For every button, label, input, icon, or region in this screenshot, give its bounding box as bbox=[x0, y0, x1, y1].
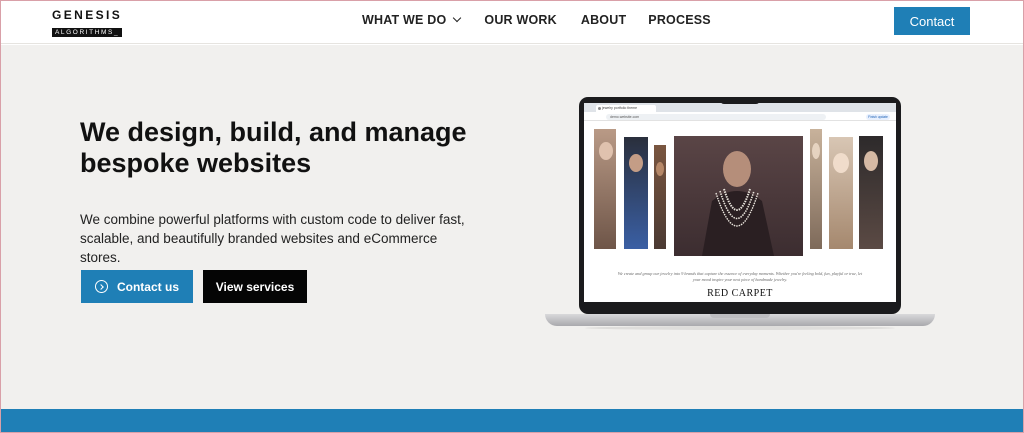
favicon-icon bbox=[598, 107, 601, 110]
logo-name-bottom: ALGORITHMS_ bbox=[52, 28, 123, 37]
browser-url: demo.website.com bbox=[606, 113, 826, 120]
hero-title: We design, build, and manage bespoke web… bbox=[80, 117, 467, 178]
nav-item-label: WHAT WE DO bbox=[362, 13, 447, 27]
hero-section: We design, build, and manage bespoke web… bbox=[0, 45, 1024, 409]
main-nav: WHAT WE DO OUR WORK ABOUT PROCESS bbox=[362, 13, 711, 27]
jewelry-gallery: We create and group our jewelry into 9 b… bbox=[584, 121, 896, 302]
browser-tab-bar: jewelry portfolio theme bbox=[584, 103, 896, 112]
gallery-caption: We create and group our jewelry into 9 b… bbox=[617, 271, 863, 282]
contact-us-button[interactable]: Contact us bbox=[81, 270, 193, 303]
site-header: GENESIS ALGORITHMS_ WHAT WE DO OUR WORK … bbox=[0, 0, 1024, 44]
view-services-button[interactable]: View services bbox=[203, 270, 307, 303]
nav-item-label: ABOUT bbox=[580, 13, 627, 27]
nav-item-label: OUR WORK bbox=[484, 13, 557, 27]
browser-nav-icons bbox=[587, 115, 603, 128]
contact-us-label: Contact us bbox=[116, 279, 179, 294]
nav-item-about[interactable]: ABOUT bbox=[581, 13, 626, 27]
camera-notch bbox=[720, 97, 760, 104]
browser-address-bar: demo.website.com Finish update bbox=[584, 112, 896, 128]
hero-subtitle: We combine powerful platforms with custo… bbox=[80, 212, 465, 265]
laptop-screen: jewelry portfolio theme demo.website.com… bbox=[584, 103, 896, 302]
nav-item-process[interactable]: PROCESS bbox=[648, 13, 711, 27]
gallery-brand-name: RED CARPET bbox=[707, 288, 773, 299]
next-section-strip bbox=[0, 409, 1024, 433]
laptop-mockup: jewelry portfolio theme demo.website.com… bbox=[545, 97, 935, 337]
contact-button[interactable]: Contact bbox=[894, 7, 970, 35]
logo[interactable]: GENESIS ALGORITHMS_ bbox=[52, 8, 134, 37]
chevron-down-icon bbox=[453, 13, 462, 23]
browser-tab-title: jewelry portfolio theme bbox=[602, 106, 638, 110]
nav-item-what-we-do[interactable]: WHAT WE DO bbox=[362, 13, 462, 27]
browser-tab: jewelry portfolio theme bbox=[596, 105, 656, 112]
nav-item-label: PROCESS bbox=[648, 13, 711, 27]
logo-name-top: GENESIS bbox=[52, 8, 123, 22]
laptop-shadow bbox=[585, 326, 895, 330]
nav-item-our-work[interactable]: OUR WORK bbox=[484, 13, 556, 27]
laptop-base-notch bbox=[710, 314, 770, 318]
circle-arrow-right-icon bbox=[94, 280, 108, 293]
browser-button: Finish update bbox=[866, 113, 890, 120]
